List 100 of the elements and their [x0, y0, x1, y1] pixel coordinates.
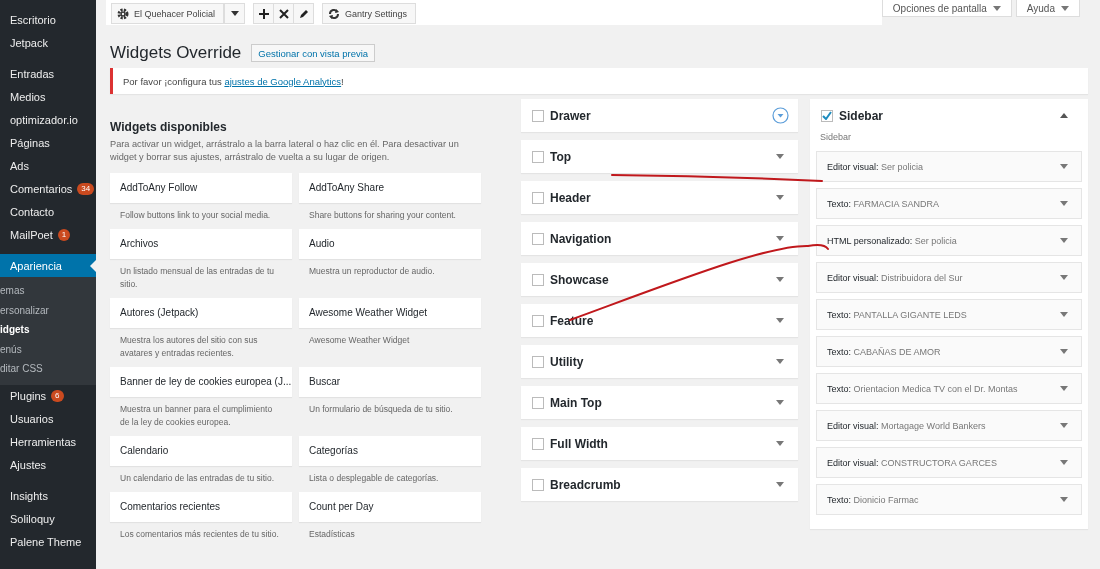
menu-item[interactable]: Ajustes — [0, 453, 96, 477]
menu-item[interactable]: Contacto — [0, 200, 96, 223]
widget-tile[interactable]: AddToAny Share — [299, 173, 481, 203]
widget-area-panel[interactable]: Utility — [521, 345, 798, 378]
widget-tile[interactable]: Autores (Jetpack) — [110, 298, 292, 328]
checkbox[interactable] — [532, 478, 544, 491]
screen-options-button[interactable]: Ayuda — [1015, 0, 1080, 17]
checkbox[interactable] — [532, 150, 544, 163]
widget-title: Texto: CABAÑAS DE AMOR — [827, 346, 941, 357]
checkbox[interactable] — [532, 109, 544, 122]
submenu-item[interactable]: idgets — [0, 320, 96, 340]
widget-area-panel[interactable]: Navigation — [521, 222, 798, 255]
widget-area-panel[interactable]: Feature — [521, 304, 798, 337]
widget-description: Un formulario de búsqueda de tu sitio. — [308, 403, 454, 416]
caret-icon — [1060, 460, 1068, 465]
menu-item[interactable]: Ads — [0, 154, 96, 177]
widget-tile[interactable]: Categorías — [299, 436, 481, 466]
menu-item[interactable]: Escritorio — [0, 8, 96, 31]
checkbox[interactable] — [532, 355, 544, 368]
sidebar-widget[interactable]: Texto: Orientacion Medica TV con el Dr. Montas — [816, 373, 1082, 404]
toolbar-button[interactable] — [294, 3, 315, 24]
sidebar-widget[interactable]: Texto: Dionicio Farmac — [816, 484, 1082, 515]
dropdown-button[interactable] — [224, 3, 246, 24]
checkbox[interactable] — [532, 396, 544, 409]
gear-icon — [117, 7, 129, 20]
toolbar-button[interactable] — [274, 3, 295, 24]
checkbox[interactable] — [532, 437, 544, 450]
widget-tile[interactable]: Awesome Weather Widget — [299, 298, 481, 328]
menu-item[interactable]: Soliloquy — [0, 507, 96, 531]
widget-tile[interactable]: Calendario — [110, 436, 292, 466]
sidebar-widget[interactable]: Texto: CABAÑAS DE AMOR — [816, 336, 1082, 367]
widget-description: Lista o desplegable de categorías. — [308, 472, 440, 485]
section-description: Para activar un widget, arrástralo a la barra lateral o haz clic en él. Para desactivar un widget y borrar sus ajustes, arrástralo de vuelta a su lugar de origen. — [110, 138, 460, 164]
widget-tile[interactable]: Audio — [299, 229, 481, 259]
widget-title: Texto: Dionicio Farmac — [827, 494, 919, 505]
menu-item[interactable]: Jetpack — [0, 31, 96, 54]
checkbox[interactable] — [532, 273, 544, 286]
checkbox[interactable] — [532, 232, 544, 245]
widget-description: Muestra un banner para el cumplimiento de la ley de cookies europea. — [119, 403, 274, 429]
widget-description: Follow buttons link to your social media. — [119, 209, 272, 222]
caret-icon — [230, 11, 239, 16]
page-title: Widgets Override — [110, 43, 242, 63]
widget-tile[interactable]: Banner de ley de cookies europea (J... — [110, 367, 292, 397]
checkbox[interactable] — [532, 314, 544, 327]
widget-tile[interactable]: AddToAny Follow — [110, 173, 292, 203]
widget-title: Texto: PANTALLA GIGANTE LEDS — [827, 309, 967, 320]
menu-item[interactable]: Páginas — [0, 131, 96, 154]
widget-description: Muestra un reproductor de audio. — [308, 265, 436, 278]
menu-item[interactable]: MailPoet 1 — [0, 223, 96, 246]
count-badge: 34 — [77, 182, 95, 195]
area-title: Utility — [550, 354, 584, 369]
widget-area-panel[interactable]: Full Width — [521, 427, 798, 460]
menu-item[interactable]: Usuarios — [0, 407, 96, 431]
notice-text: Por favor ¡configura tus ajustes de Google Analytics! — [123, 75, 344, 87]
checkbox[interactable] — [821, 109, 833, 122]
menu-item[interactable]: Apariencia — [0, 254, 96, 277]
widget-area-panel[interactable]: Main Top — [521, 386, 798, 419]
widget-area-panel[interactable]: Breadcrumb — [521, 468, 798, 501]
widget-tile[interactable]: Archivos — [110, 229, 292, 259]
submenu-item[interactable]: ditar CSS — [0, 359, 96, 379]
widget-area-panel[interactable]: Drawer — [521, 99, 798, 132]
sidebar-widget[interactable]: Texto: FARMACIA SANDRA — [816, 188, 1082, 219]
menu-item[interactable]: Insights — [0, 484, 96, 508]
menu-item[interactable]: Entradas — [0, 62, 96, 85]
widget-tile[interactable]: Count per Day — [299, 492, 481, 522]
check-icon — [822, 111, 832, 120]
sidebar-widget[interactable]: Texto: PANTALLA GIGANTE LEDS — [816, 299, 1082, 330]
widget-area-panel[interactable]: Header — [521, 181, 798, 214]
toolbar-button[interactable] — [253, 3, 275, 24]
menu-item[interactable]: Herramientas — [0, 430, 96, 454]
menu-item[interactable]: Comentarios 34 — [0, 177, 96, 200]
menu-item[interactable]: Plugins 6 — [0, 384, 96, 408]
count-badge: 6 — [51, 390, 64, 402]
caret-icon — [1060, 386, 1068, 391]
widget-tile[interactable]: Comentarios recientes — [110, 492, 292, 522]
widget-description: Los comentarios más recientes de tu sitio. — [119, 528, 280, 541]
submenu-item[interactable]: emas — [0, 281, 96, 301]
widget-description: Share buttons for sharing your content. — [308, 209, 457, 222]
menu-item[interactable]: Palene Theme — [0, 530, 96, 554]
sidebar-widget[interactable]: Editor visual: CONSTRUCTORA GARCES — [816, 447, 1082, 478]
menu-item[interactable]: optimizador.io — [0, 108, 96, 131]
sidebar-widget[interactable]: Editor visual: Ser policia — [816, 151, 1082, 182]
settings-button[interactable]: Gantry Settings — [322, 3, 417, 24]
section-title: Widgets disponibles — [110, 120, 228, 134]
caret-icon — [1060, 312, 1068, 317]
widget-area-panel[interactable]: Showcase — [521, 263, 798, 296]
sidebar-widget[interactable]: Editor visual: Distribuidora del Sur — [816, 262, 1082, 293]
widget-area-panel[interactable]: Top — [521, 140, 798, 173]
override-select[interactable]: El Quehacer Policial — [111, 3, 225, 24]
area-title: Drawer — [550, 108, 591, 123]
submenu-item[interactable]: enús — [0, 339, 96, 359]
screen-options-button[interactable]: Opciones de pantalla — [881, 0, 1012, 17]
sidebar-widget[interactable]: Editor visual: Mortagage World Bankers — [816, 410, 1082, 441]
caret-icon — [1060, 349, 1068, 354]
submenu-item[interactable]: ersonalizar — [0, 300, 96, 320]
widget-tile[interactable]: Buscar — [299, 367, 481, 397]
sidebar-widget[interactable]: HTML personalizado: Ser policia — [816, 225, 1082, 256]
preview-button[interactable]: Gestionar con vista previa — [251, 44, 376, 62]
menu-item[interactable]: Medios — [0, 85, 96, 108]
checkbox[interactable] — [532, 191, 544, 204]
